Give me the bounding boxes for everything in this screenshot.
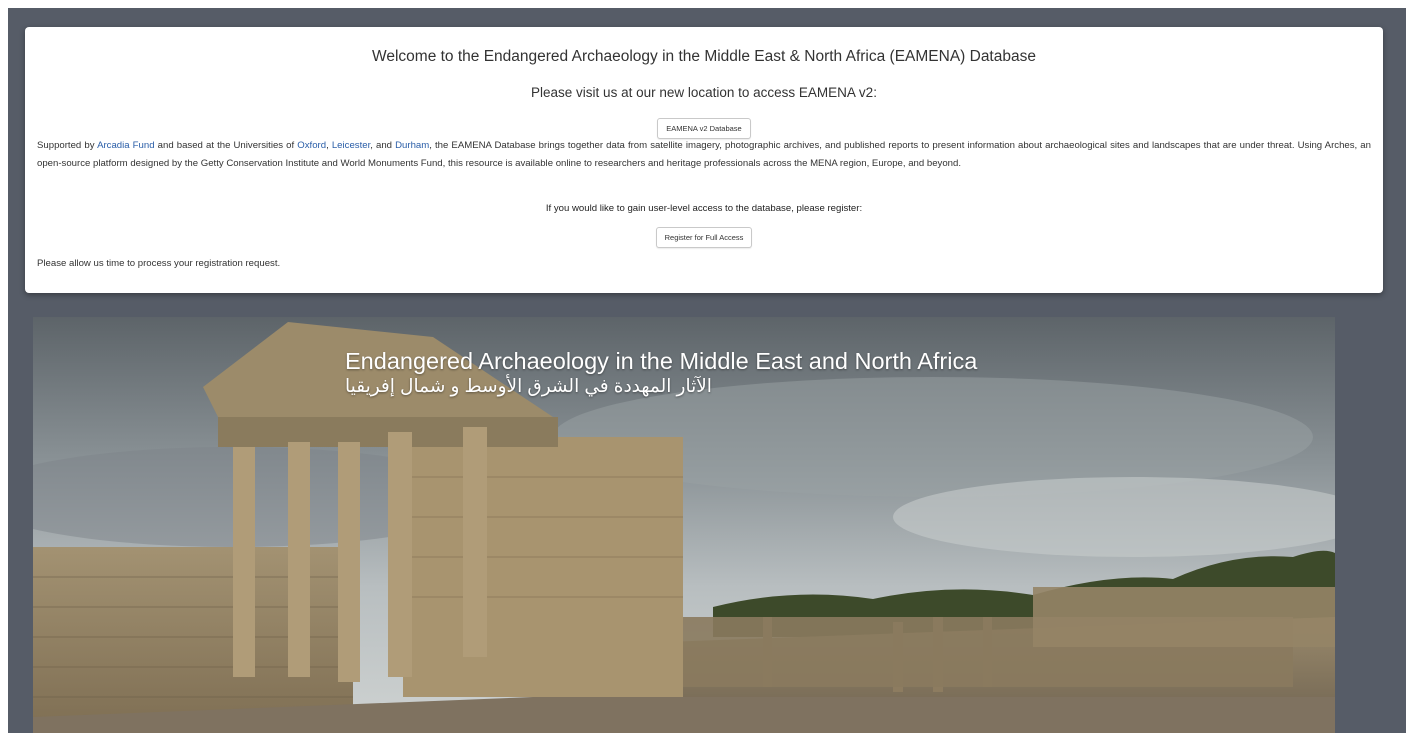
leicester-link[interactable]: Leicester <box>332 140 370 151</box>
hero-title-english: Endangered Archaeology in the Middle Eas… <box>345 348 978 374</box>
description-text: and based at the Universities of <box>154 140 298 151</box>
description-text: , and <box>370 140 396 151</box>
description-paragraph: Supported by Arcadia Fund and based at t… <box>37 137 1371 172</box>
eamena-v2-button[interactable]: EAMENA v2 Database <box>657 118 751 139</box>
hero-banner: Endangered Archaeology in the Middle Eas… <box>33 317 1335 733</box>
hero-title-arabic: الآثار المهددة في الشرق الأوسط و شمال إف… <box>345 375 712 396</box>
oxford-link[interactable]: Oxford <box>297 140 326 151</box>
welcome-panel: Welcome to the Endangered Archaeology in… <box>25 27 1383 293</box>
durham-link[interactable]: Durham <box>395 140 429 151</box>
registration-note: Please allow us time to process your reg… <box>37 258 281 269</box>
register-prompt: If you would like to gain user-level acc… <box>545 203 863 214</box>
top-edge <box>0 0 1406 8</box>
new-location-notice: Please visit us at our new location to a… <box>531 85 877 100</box>
description-text: Supported by <box>37 140 98 151</box>
left-edge <box>0 0 8 733</box>
register-button[interactable]: Register for Full Access <box>655 227 753 248</box>
arcadia-fund-link[interactable]: Arcadia Fund <box>97 140 155 151</box>
welcome-title: Welcome to the Endangered Archaeology in… <box>372 48 1036 65</box>
